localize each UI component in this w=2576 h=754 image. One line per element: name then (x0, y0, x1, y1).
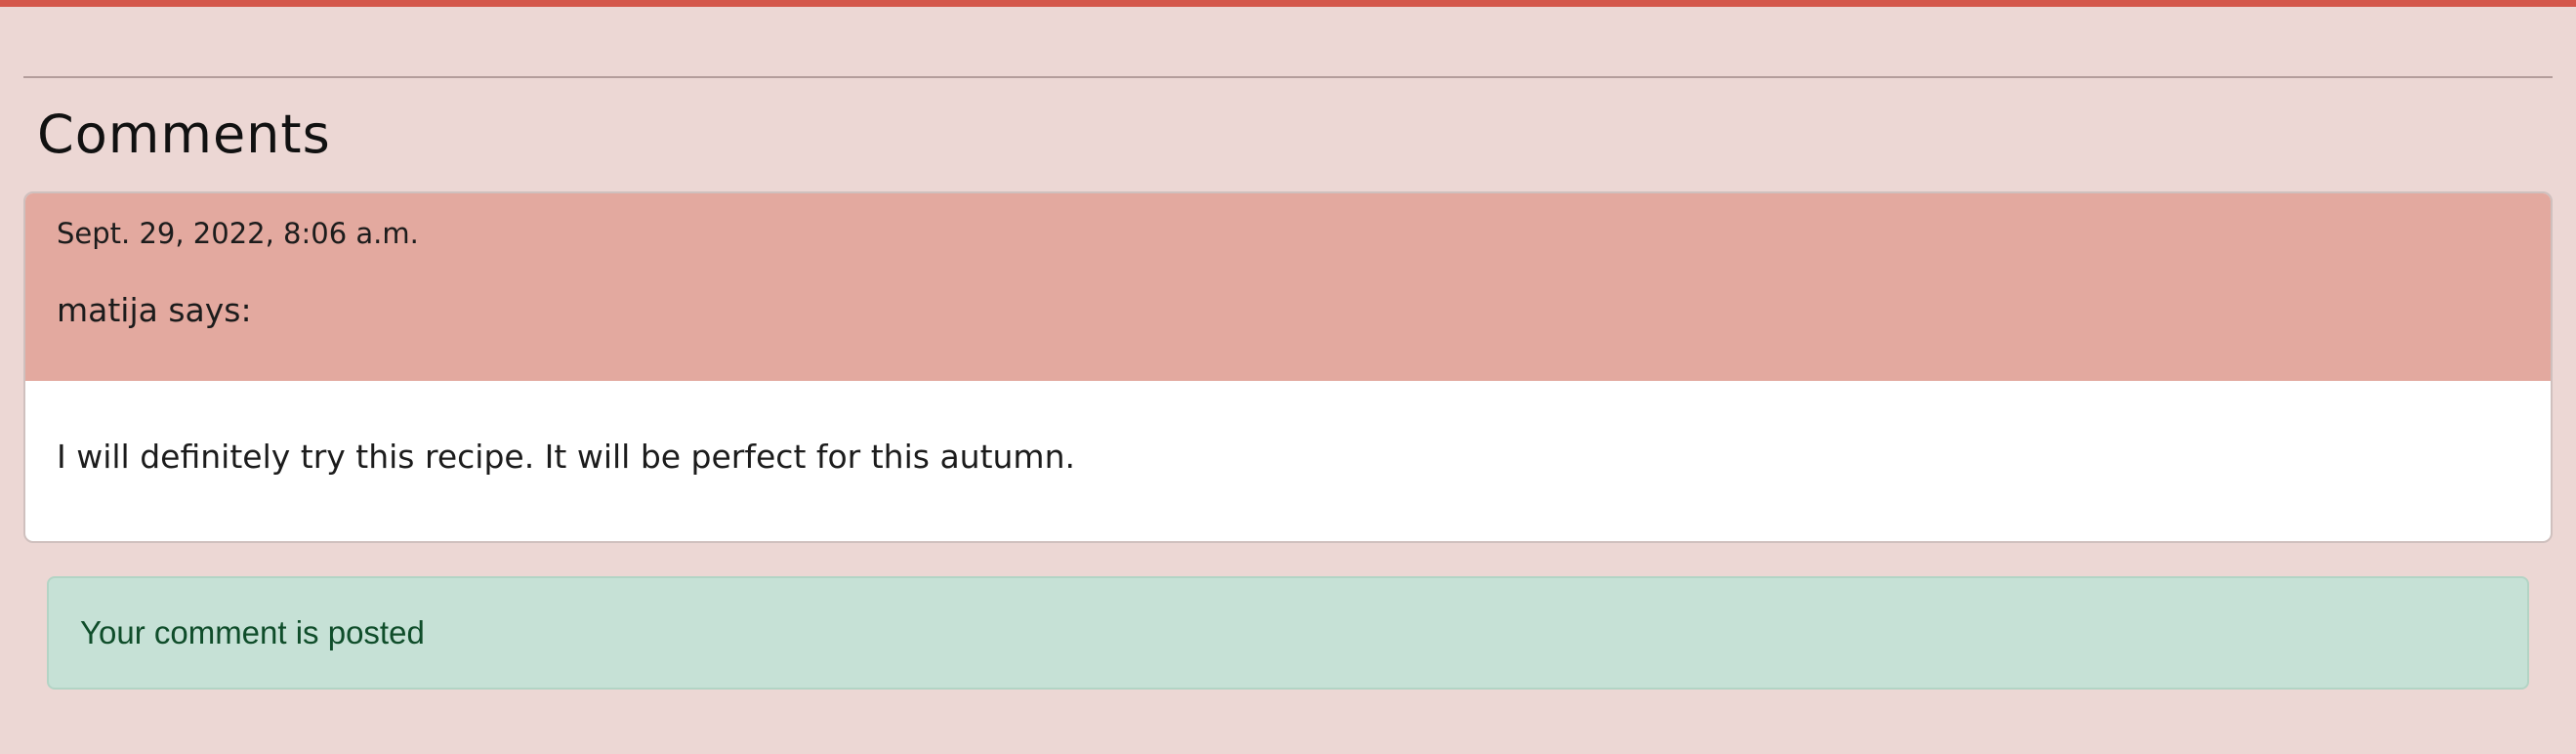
comment-card: Sept. 29, 2022, 8:06 a.m. matija says: I… (23, 191, 2553, 543)
top-accent-bar (0, 0, 2576, 7)
comment-date: Sept. 29, 2022, 8:06 a.m. (57, 217, 419, 250)
alert-message: Your comment is posted (80, 614, 425, 650)
comment-author: matija says: (57, 291, 252, 329)
section-divider (23, 76, 2553, 78)
comment-header: Sept. 29, 2022, 8:06 a.m. matija says: (25, 193, 2551, 381)
success-alert: Your comment is posted (47, 576, 2529, 690)
comment-body: I will definitely try this recipe. It wi… (57, 438, 1075, 476)
comments-heading: Comments (37, 104, 331, 165)
